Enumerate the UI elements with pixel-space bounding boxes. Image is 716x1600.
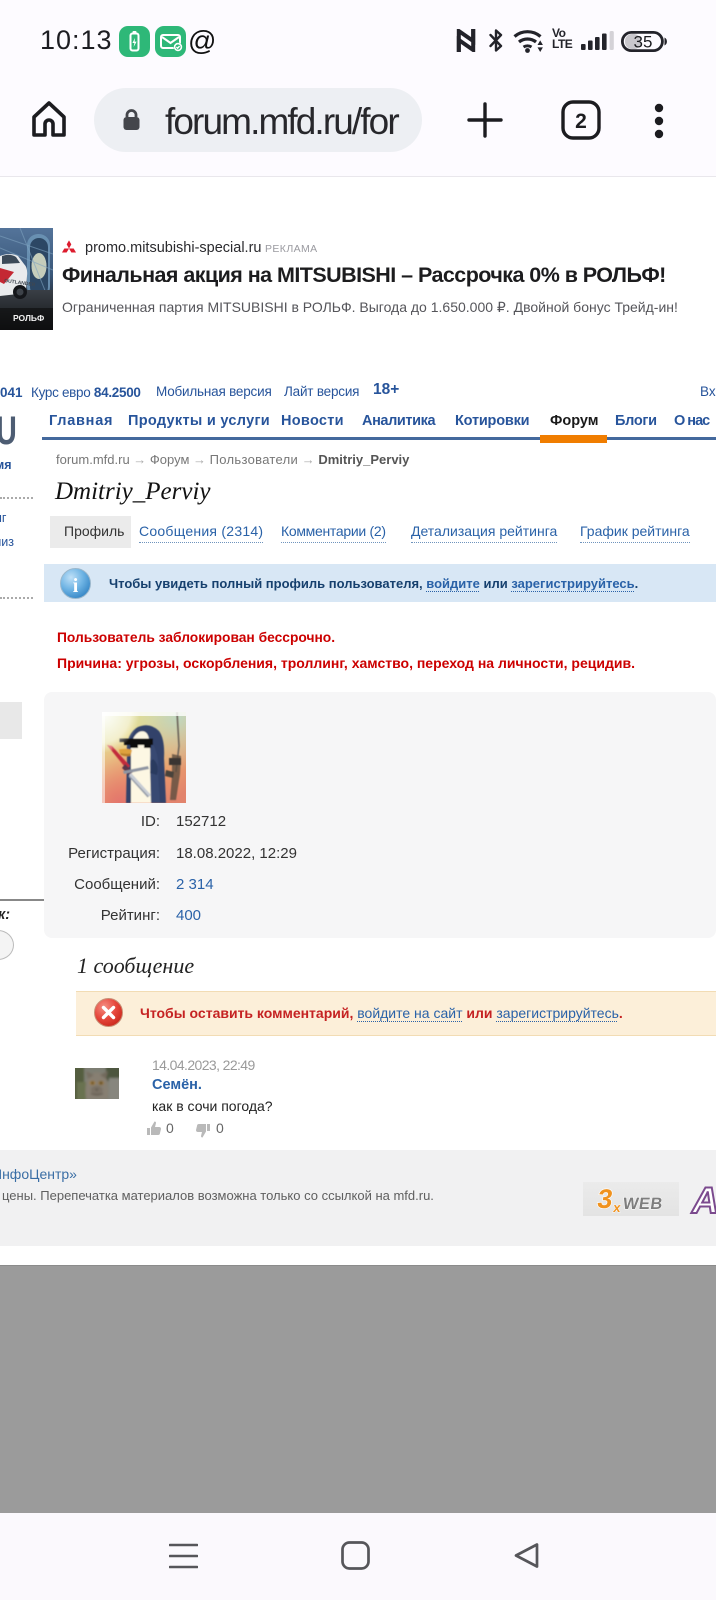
- svg-text:РОЛЬФ: РОЛЬФ: [13, 313, 44, 323]
- svg-text:35: 35: [634, 33, 653, 52]
- svg-text:2: 2: [575, 110, 587, 133]
- svg-text:i: i: [73, 575, 79, 597]
- svg-text:WEB: WEB: [622, 1194, 665, 1213]
- svg-text:3: 3: [596, 1183, 615, 1214]
